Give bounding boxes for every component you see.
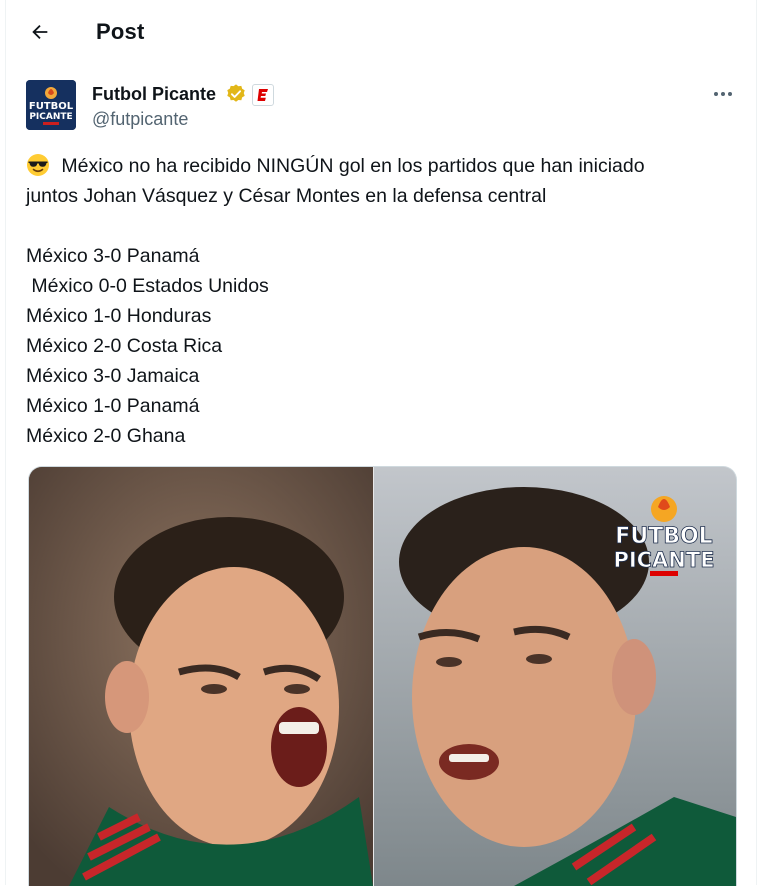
logo-text-line1: FUTBOL <box>615 524 712 549</box>
dot-icon <box>721 92 725 96</box>
post-image[interactable]: FUTBOL PICANTE <box>28 466 737 886</box>
dot-icon <box>714 92 718 96</box>
futbol-picante-logo: FUTBOL PICANTE <box>604 479 724 589</box>
arrow-left-icon <box>32 24 48 40</box>
post-detail-view: Post FUTBOL PICANTE Futbol Picante @futp… <box>5 0 757 886</box>
player-photo-left <box>29 467 373 886</box>
affiliate-badge-icon[interactable] <box>252 84 274 106</box>
author-handle[interactable]: @futpicante <box>92 109 188 130</box>
author-name[interactable]: Futbol Picante <box>92 84 216 105</box>
sunglasses-emoji-icon <box>27 154 49 176</box>
top-bar: Post <box>6 0 756 66</box>
back-button[interactable] <box>22 14 58 50</box>
verified-badge-icon[interactable] <box>225 83 247 105</box>
avatar[interactable]: FUTBOL PICANTE <box>26 80 76 130</box>
page-title: Post <box>96 19 145 44</box>
more-options-button[interactable] <box>706 82 740 106</box>
post-body: México no ha recibido NINGÚN gol en los … <box>26 155 645 447</box>
post-text: México no ha recibido NINGÚN gol en los … <box>26 151 741 451</box>
logo-text-line2: PICANTE <box>613 548 714 572</box>
dot-icon <box>728 92 732 96</box>
avatar-text-line1: FUTBOL <box>29 101 74 112</box>
avatar-text-line2: PICANTE <box>29 112 72 122</box>
